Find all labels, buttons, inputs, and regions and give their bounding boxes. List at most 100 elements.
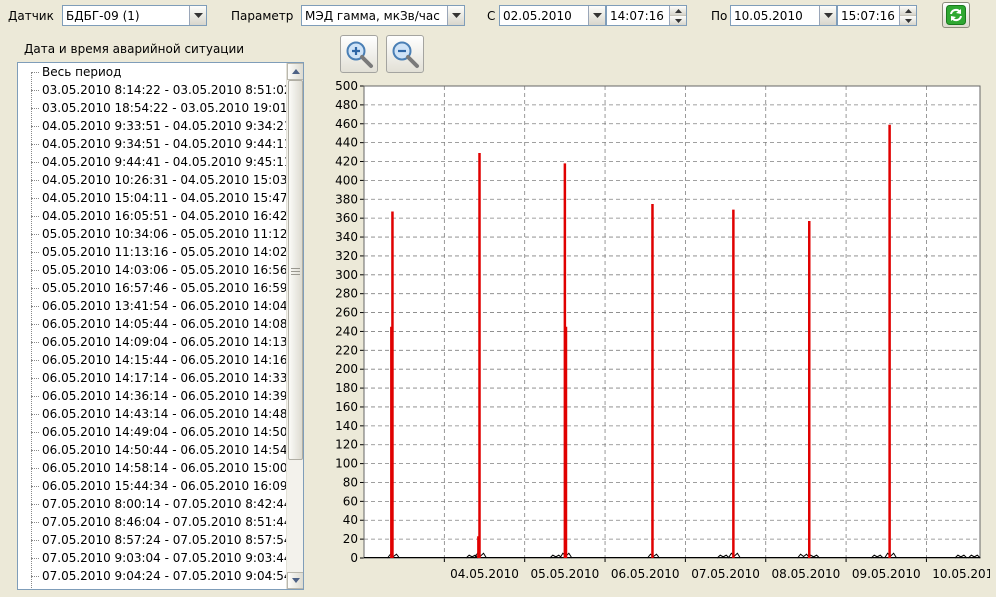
events-panel-title: Дата и время аварийной ситуации [24,42,245,56]
list-item[interactable]: 07.05.2010 9:04:24 - 07.05.2010 9:04:54 [18,567,286,585]
y-tick-label: 0 [350,551,358,565]
list-item[interactable]: 05.05.2010 16:57:46 - 05.05.2010 16:59:0… [18,279,286,297]
refresh-button[interactable] [942,2,970,28]
list-item-all-period[interactable]: Весь период [18,63,286,81]
sensor-label: Датчик [8,9,54,23]
y-tick-label: 80 [343,475,358,489]
list-item[interactable]: 06.05.2010 13:41:54 - 06.05.2010 14:04:3… [18,297,286,315]
spin-up-button[interactable] [670,6,686,16]
scroll-up-button[interactable] [287,63,303,80]
y-tick-label: 360 [335,211,358,225]
from-date-dropdown-button[interactable] [588,6,605,25]
y-tick-label: 220 [335,343,358,357]
chevron-down-icon [193,12,203,18]
spin-up-button[interactable] [900,6,916,16]
from-time-field[interactable]: 14:07:16 [606,5,687,26]
list-item[interactable]: 05.05.2010 10:34:06 - 05.05.2010 11:12:4… [18,225,286,243]
x-tick-label: 04.05.2010 [450,567,519,581]
refresh-icon [946,5,966,25]
to-date-dropdown-button[interactable] [819,6,836,25]
sensor-select[interactable]: БДБГ-09 (1) [62,5,207,26]
zoom-in-button[interactable] [340,35,378,73]
spin-down-button[interactable] [900,16,916,25]
chevron-down-icon [592,12,602,18]
y-tick-label: 480 [335,98,358,112]
list-item[interactable]: 04.05.2010 9:34:51 - 04.05.2010 9:44:11 [18,135,286,153]
y-tick-label: 320 [335,249,358,263]
to-date-picker[interactable]: 10.05.2010 [730,5,837,26]
list-item[interactable]: 06.05.2010 14:58:14 - 06.05.2010 15:00:0… [18,459,286,477]
radiation-chart[interactable]: 0 20 40 60 80 100 120 140 160 180 200 220 240 260 280 3… [318,72,996,587]
y-tick-label: 440 [335,136,358,150]
zoom-in-icon [346,41,373,68]
y-tick-label: 40 [343,513,358,527]
from-time-spinner[interactable] [669,6,686,25]
to-time-field[interactable]: 15:07:16 [837,5,917,26]
y-tick-label: 420 [335,155,358,169]
list-item[interactable]: 07.05.2010 9:03:04 - 07.05.2010 9:03:44 [18,549,286,567]
to-time-value: 15:07:16 [841,8,895,23]
from-date-picker[interactable]: 02.05.2010 [499,5,606,26]
y-tick-label: 140 [335,419,358,433]
list-item[interactable]: 06.05.2010 14:09:04 - 06.05.2010 14:13:5… [18,333,286,351]
y-tick-label: 20 [343,532,358,546]
list-item[interactable]: 06.05.2010 14:17:14 - 06.05.2010 14:33:0… [18,369,286,387]
events-list[interactable]: Весь период 03.05.2010 8:14:22 - 03.05.20… [17,62,304,590]
scroll-thumb[interactable] [288,80,303,460]
y-tick-label: 380 [335,192,358,206]
y-tick-label: 460 [335,117,358,131]
y-tick-label: 300 [335,268,358,282]
x-tick-label: 05.05.2010 [531,567,600,581]
y-tick-label: 180 [335,381,358,395]
to-label: По [711,9,728,23]
list-item[interactable]: 04.05.2010 9:44:41 - 04.05.2010 9:45:11 [18,153,286,171]
list-item[interactable]: 06.05.2010 14:50:44 - 06.05.2010 14:54:1… [18,441,286,459]
list-item[interactable]: 07.05.2010 8:00:14 - 07.05.2010 8:42:44 [18,495,286,513]
y-tick-label: 500 [335,79,358,93]
sensor-select-value: БДБГ-09 (1) [66,8,140,23]
list-item[interactable]: 07.05.2010 8:46:04 - 07.05.2010 8:51:44 [18,513,286,531]
y-tick-label: 260 [335,306,358,320]
to-time-spinner[interactable] [899,6,916,25]
list-item[interactable]: 06.05.2010 14:43:14 - 06.05.2010 14:48:4… [18,405,286,423]
list-item[interactable]: 05.05.2010 11:13:16 - 05.05.2010 14:02:2… [18,243,286,261]
scroll-down-button[interactable] [287,572,303,589]
list-item[interactable]: 03.05.2010 18:54:22 - 03.05.2010 19:01:0… [18,99,286,117]
grip-icon [291,268,300,275]
events-list-items: Весь период 03.05.2010 8:14:22 - 03.05.20… [18,63,286,589]
chevron-down-icon [451,12,461,18]
chevron-down-icon [823,12,833,18]
param-dropdown-button[interactable] [447,6,464,25]
x-tick-label: 07.05.2010 [691,567,760,581]
list-item[interactable]: 04.05.2010 9:33:51 - 04.05.2010 9:34:21 [18,117,286,135]
list-item[interactable]: 04.05.2010 10:26:31 - 04.05.2010 15:03:4… [18,171,286,189]
events-list-scrollbar[interactable] [286,63,303,589]
list-item[interactable]: 06.05.2010 15:44:34 - 06.05.2010 16:09:4… [18,477,286,495]
from-label: С [487,9,496,23]
spin-down-button[interactable] [670,16,686,25]
param-select-value: МЭД гамма, мкЗв/час [305,8,440,23]
y-tick-label: 340 [335,230,358,244]
zoom-out-button[interactable] [386,35,424,73]
list-item[interactable]: 06.05.2010 14:05:44 - 06.05.2010 14:08:0… [18,315,286,333]
y-tick-label: 240 [335,324,358,338]
from-date-value: 02.05.2010 [503,8,572,23]
list-item[interactable]: 03.05.2010 8:14:22 - 03.05.2010 8:51:02 [18,81,286,99]
y-tick-label: 160 [335,400,358,414]
chevron-up-icon [674,8,682,13]
to-date-value: 10.05.2010 [734,8,803,23]
chart-area[interactable]: 0 20 40 60 80 100 120 140 160 180 200 220 240 260 280 3… [318,72,996,587]
list-item[interactable]: 06.05.2010 14:36:14 - 06.05.2010 14:39:2… [18,387,286,405]
param-select[interactable]: МЭД гамма, мкЗв/час [301,5,465,26]
list-item[interactable]: 07.05.2010 8:57:24 - 07.05.2010 8:57:54 [18,531,286,549]
list-item[interactable]: 06.05.2010 14:15:44 - 06.05.2010 14:16:5… [18,351,286,369]
y-tick-label: 200 [335,362,358,376]
chevron-up-icon [904,8,912,13]
list-item[interactable]: 05.05.2010 14:03:06 - 05.05.2010 16:56:1… [18,261,286,279]
y-tick-label: 280 [335,287,358,301]
list-item[interactable]: 04.05.2010 16:05:51 - 04.05.2010 16:42:0… [18,207,286,225]
list-item[interactable]: 04.05.2010 15:04:11 - 04.05.2010 15:47:1… [18,189,286,207]
list-item[interactable]: 06.05.2010 14:49:04 - 06.05.2010 14:50:0… [18,423,286,441]
y-tick-label: 400 [335,173,358,187]
sensor-dropdown-button[interactable] [189,6,206,25]
